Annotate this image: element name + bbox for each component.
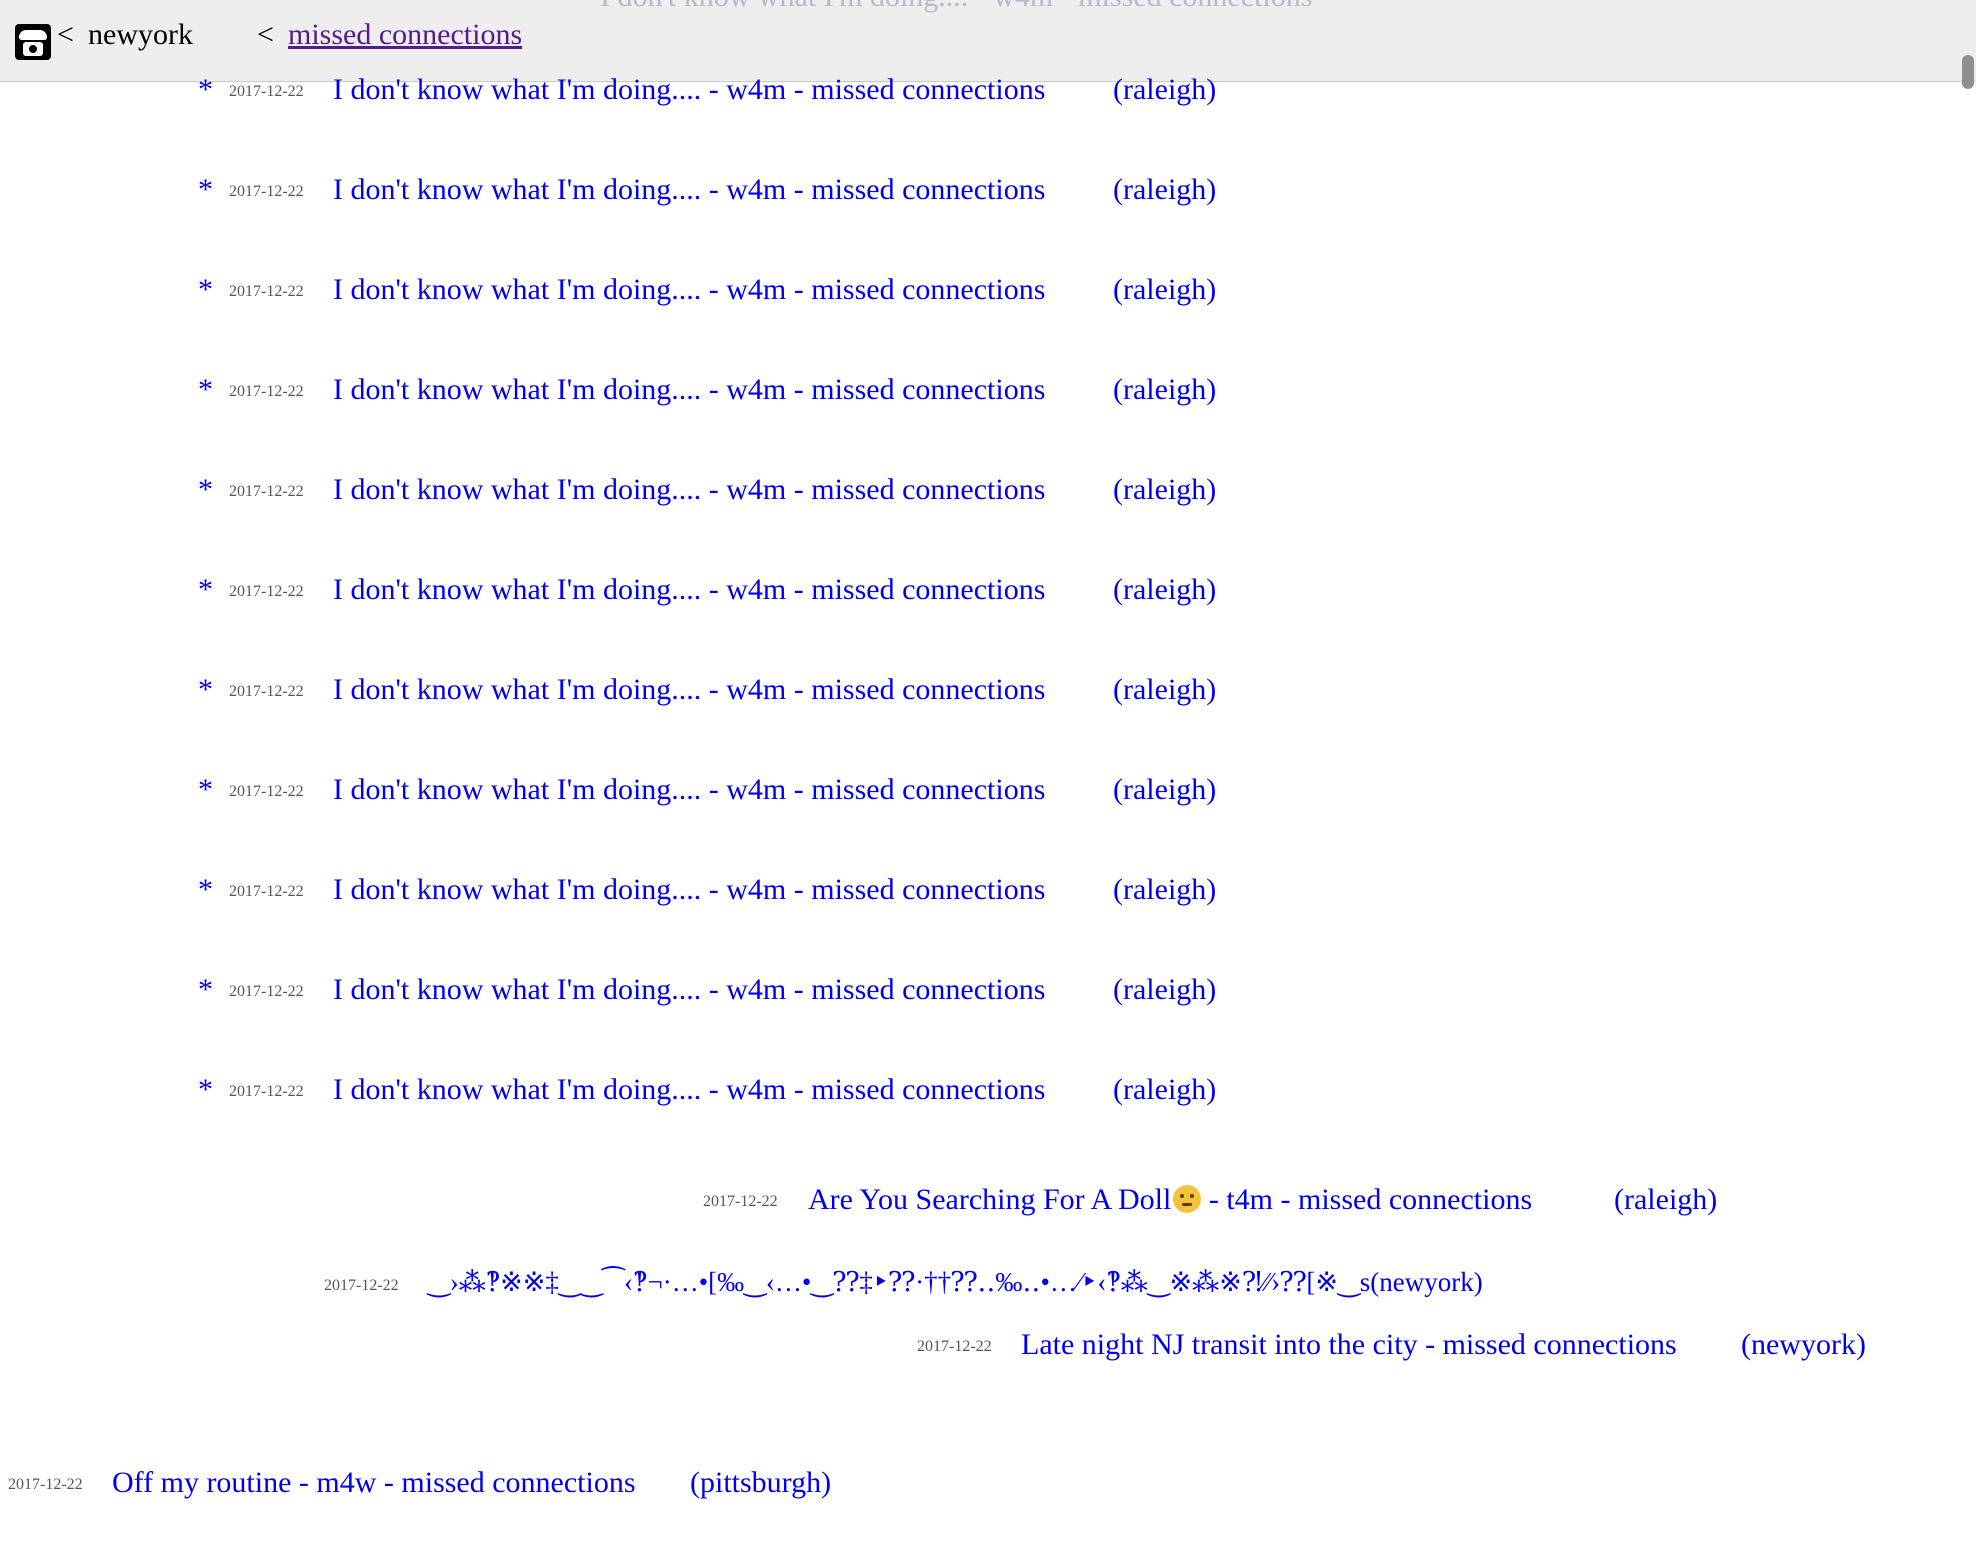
bullet: * <box>198 273 213 306</box>
post-date: 2017-12-22 <box>229 83 304 100</box>
post-location: (raleigh) <box>1113 973 1217 1006</box>
post-location: (raleigh) <box>1113 773 1217 806</box>
post-location: (raleigh) <box>1113 273 1217 306</box>
post-date: 2017-12-22 <box>229 183 304 200</box>
post-date: 2017-12-22 <box>8 1476 83 1493</box>
post-date: 2017-12-22 <box>229 383 304 400</box>
post-title-tail: - t4m - missed connections <box>1201 1183 1533 1216</box>
post-title-link[interactable]: I don't know what I'm doing.... - w4m - … <box>333 773 1045 807</box>
telephone-icon[interactable] <box>15 24 51 60</box>
post-date: 2017-12-22 <box>229 583 304 600</box>
breadcrumb-separator: < <box>57 18 74 51</box>
post-title-link[interactable]: Off my routine - m4w - missed connection… <box>112 1466 636 1500</box>
post-date: 2017-12-22 <box>229 783 304 800</box>
post-date: 2017-12-22 <box>229 483 304 500</box>
bullet: * <box>198 373 213 406</box>
post-date: 2017-12-22 <box>917 1338 992 1355</box>
post-title-link[interactable]: I don't know what I'm doing.... - w4m - … <box>333 173 1045 207</box>
post-title-link[interactable]: I don't know what I'm doing.... - w4m - … <box>333 673 1045 707</box>
post-date: 2017-12-22 <box>229 683 304 700</box>
post-date: 2017-12-22 <box>229 883 304 900</box>
post-title-link[interactable]: ‿›⁂‽※※‡‿‿⁀‹‽¬·…•[‰‿‹…•‿⁇‡‣⁇·††⁇‥‰‥•…⁄‣‹‽… <box>428 1267 1483 1298</box>
post-location: (raleigh) <box>1113 673 1217 706</box>
bullet: * <box>198 973 213 1006</box>
post-title-link[interactable]: I don't know what I'm doing.... - w4m - … <box>333 973 1045 1007</box>
post-date: 2017-12-22 <box>324 1277 399 1294</box>
post-title-link[interactable]: I don't know what I'm doing.... - w4m - … <box>333 1073 1045 1107</box>
post-title-link[interactable]: I don't know what I'm doing.... - w4m - … <box>333 473 1045 507</box>
post-title-link[interactable]: I don't know what I'm doing.... - w4m - … <box>333 273 1045 307</box>
bullet: * <box>198 573 213 606</box>
bullet: * <box>198 173 213 206</box>
bullet: * <box>198 773 213 806</box>
post-title-link[interactable]: Are You Searching For A Doll - t4m - mis… <box>808 1183 1532 1217</box>
post-location: (newyork) <box>1741 1328 1866 1361</box>
post-date: 2017-12-22 <box>229 1083 304 1100</box>
post-location: (raleigh) <box>1113 473 1217 506</box>
post-title-link[interactable]: Late night NJ transit into the city - mi… <box>1021 1328 1677 1362</box>
post-location: (pittsburgh) <box>690 1466 832 1499</box>
thinking-face-icon <box>1173 1185 1202 1213</box>
bullet: * <box>198 1073 213 1106</box>
post-date: 2017-12-22 <box>703 1193 778 1210</box>
post-date: 2017-12-22 <box>229 283 304 300</box>
post-title-link[interactable]: I don't know what I'm doing.... - w4m - … <box>333 73 1045 107</box>
post-location: (raleigh) <box>1113 1073 1217 1106</box>
post-location: (raleigh) <box>1113 873 1217 906</box>
post-location: (raleigh) <box>1113 173 1217 206</box>
bullet: * <box>198 73 213 106</box>
scrollbar-thumb[interactable] <box>1962 55 1974 89</box>
scrolled-row-peek: I don't know what I'm doing.... - w4m - … <box>600 0 1312 14</box>
breadcrumb-category-link[interactable]: missed connections <box>288 18 522 52</box>
post-title-text: Are You Searching For A Doll <box>808 1183 1172 1216</box>
top-bar: I don't know what I'm doing.... - w4m - … <box>0 0 1976 82</box>
post-location: (raleigh) <box>1614 1183 1718 1216</box>
post-title-link[interactable]: I don't know what I'm doing.... - w4m - … <box>333 873 1045 907</box>
breadcrumb-city[interactable]: newyork <box>88 18 193 52</box>
bullet: * <box>198 873 213 906</box>
breadcrumb-separator: < <box>257 18 274 51</box>
bullet: * <box>198 673 213 706</box>
post-title-link[interactable]: I don't know what I'm doing.... - w4m - … <box>333 373 1045 407</box>
post-location: (raleigh) <box>1113 373 1217 406</box>
post-date: 2017-12-22 <box>229 983 304 1000</box>
post-title-link[interactable]: I don't know what I'm doing.... - w4m - … <box>333 573 1045 607</box>
post-location: (raleigh) <box>1113 73 1217 106</box>
bullet: * <box>198 473 213 506</box>
post-location: (raleigh) <box>1113 573 1217 606</box>
